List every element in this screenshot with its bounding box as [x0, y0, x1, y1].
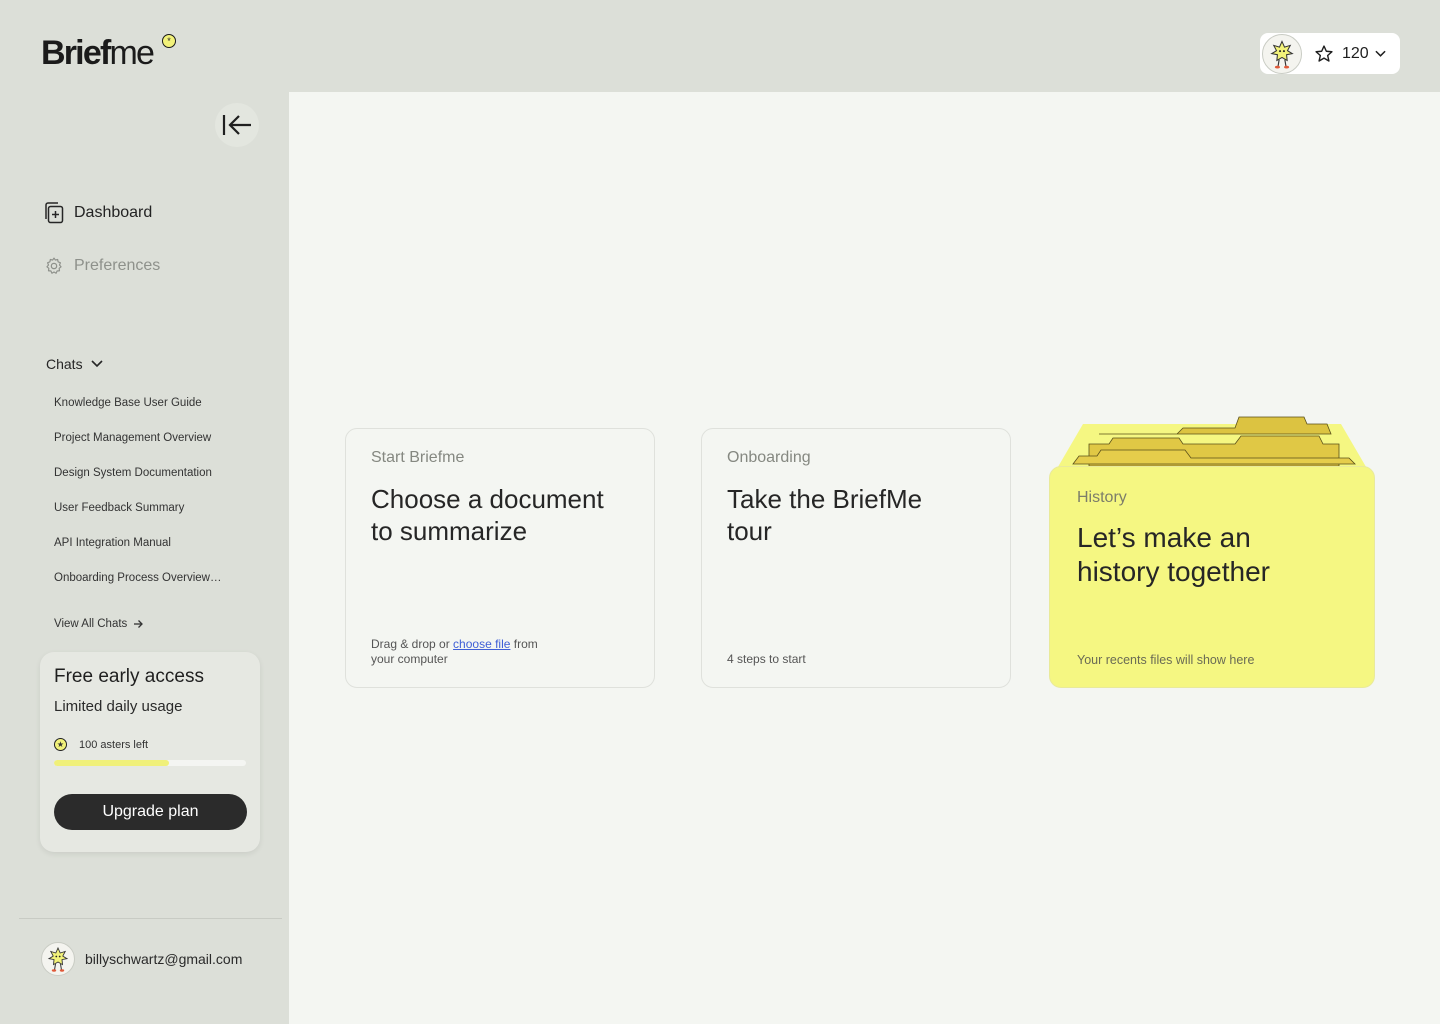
chevron-down-icon: [1375, 50, 1386, 57]
asters-row: ★ 100 asters left: [54, 738, 246, 751]
view-all-chats-label: View All Chats: [54, 617, 128, 630]
mascot-avatar-icon: [47, 946, 69, 972]
card-label: Start Briefme: [371, 449, 465, 466]
footnote-text-before: Drag & drop or: [371, 637, 454, 651]
card-footnote: Your recents files will show here: [1077, 653, 1255, 667]
nav-preferences[interactable]: Preferences: [44, 255, 160, 277]
header-avatar: [1262, 33, 1302, 74]
chat-item[interactable]: User Feedback Summary: [54, 501, 221, 536]
access-subtitle: Limited daily usage: [54, 698, 183, 715]
chats-toggle[interactable]: Chats: [46, 356, 103, 372]
chats-header-label: Chats: [46, 356, 83, 372]
asters-progress-fill: [54, 760, 170, 766]
view-all-chats-link[interactable]: View All Chats: [54, 606, 221, 641]
chat-item[interactable]: Design System Documentation: [54, 466, 221, 501]
logo-bold-text: Brief: [41, 34, 111, 72]
card-title: Let’s make an history together: [1077, 522, 1270, 587]
card-title: Choose a document to summarize: [371, 484, 604, 546]
logo-light-text: me: [109, 34, 154, 72]
app-logo[interactable]: Briefme: [41, 34, 155, 73]
credits-value: 120: [1342, 44, 1369, 62]
upgrade-plan-button[interactable]: Upgrade plan: [54, 794, 247, 830]
asters-left-text: 100 asters left: [79, 738, 149, 751]
nav-dashboard-label: Dashboard: [74, 204, 153, 221]
chat-item[interactable]: API Integration Manual: [54, 536, 221, 571]
nav-preferences-label: Preferences: [74, 257, 161, 274]
mascot-avatar-icon: [1270, 39, 1294, 69]
chat-item[interactable]: Project Management Overview: [54, 431, 221, 466]
card-title: Take the BriefMe tour: [727, 484, 923, 546]
chat-item[interactable]: Knowledge Base User Guide: [54, 396, 221, 431]
user-account[interactable]: billyschwartz@gmail.com: [41, 942, 242, 976]
user-email: billyschwartz@gmail.com: [85, 951, 243, 967]
start-briefme-card[interactable]: Start Briefme Choose a document to summa…: [345, 428, 655, 688]
chevron-down-icon: [91, 360, 103, 368]
sidebar-divider: [19, 918, 282, 919]
aster-icon: ★: [54, 738, 67, 751]
access-title: Free early access: [54, 666, 204, 687]
logo-star-icon: *: [162, 34, 176, 48]
collapse-sidebar-button[interactable]: [215, 103, 259, 147]
free-access-card: Free early access Limited daily usage ★ …: [40, 652, 260, 852]
history-card[interactable]: History Let’s make an history together Y…: [1049, 414, 1375, 688]
user-avatar: [41, 942, 75, 976]
arrow-right-icon: [134, 619, 144, 628]
card-footnote: Drag & drop or choose file from your com…: [371, 637, 561, 667]
credits-dropdown[interactable]: 120: [1260, 33, 1400, 74]
nav-dashboard[interactable]: Dashboard: [44, 202, 152, 224]
onboarding-card[interactable]: Onboarding Take the BriefMe tour 4 steps…: [701, 428, 1011, 688]
gear-icon: [46, 257, 62, 274]
card-label: History: [1077, 489, 1127, 506]
history-card-body: History Let’s make an history together Y…: [1049, 466, 1375, 688]
star-outline-icon: [1315, 44, 1333, 62]
asters-progress-bar: [54, 760, 246, 766]
card-label: Onboarding: [727, 449, 811, 466]
choose-file-link[interactable]: choose file: [453, 637, 510, 651]
chat-list: Knowledge Base User Guide Project Manage…: [54, 396, 221, 641]
card-footnote: 4 steps to start: [727, 652, 806, 666]
folder-tabs-illustration: [1055, 416, 1369, 472]
chat-item[interactable]: Onboarding Process Overview…: [54, 571, 221, 606]
dashboard-plus-icon: [45, 202, 64, 224]
collapse-arrow-icon: [222, 115, 251, 135]
